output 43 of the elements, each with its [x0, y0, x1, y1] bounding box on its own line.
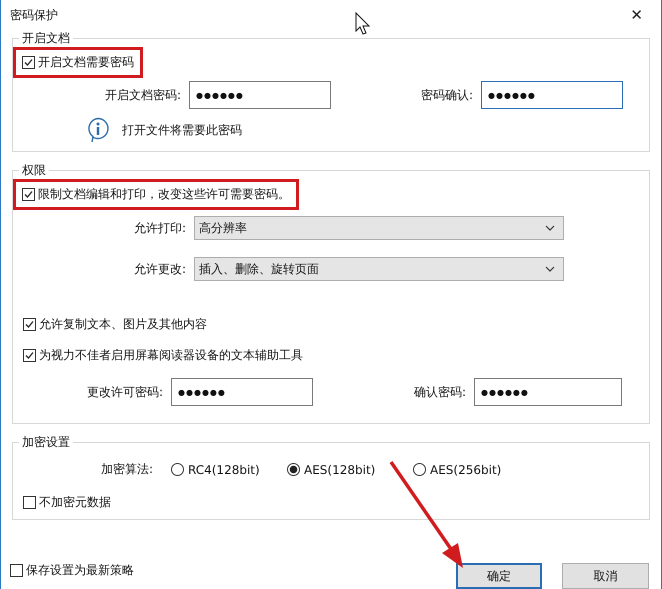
field-label: 密码确认: [420, 86, 474, 104]
group-title: 加密设置 [21, 434, 71, 451]
cancel-button[interactable]: 取消 [562, 563, 649, 589]
field-label: 确认密码: [412, 384, 467, 400]
checkbox-label: 为视力不佳者启用屏幕阅读器设备的文本辅助工具 [39, 347, 303, 364]
group-title: 开启文档 [21, 30, 71, 47]
checkbox[interactable] [23, 349, 36, 362]
dropdown[interactable]: 插入、删除、旋转页面 [194, 257, 564, 281]
checkbox[interactable] [22, 188, 35, 201]
checkbox[interactable] [22, 56, 35, 69]
group-title: 权限 [21, 162, 47, 179]
dropdown[interactable]: 高分辨率 [194, 216, 564, 240]
radio-button[interactable] [171, 463, 184, 476]
password-field[interactable]: ●●●●●● [171, 378, 313, 406]
radio-button[interactable] [413, 463, 426, 476]
password-field[interactable]: ●●●●●● [474, 378, 622, 406]
password-field[interactable]: ●●●●●● [189, 81, 331, 109]
info-text: 打开文件将需要此密码 [122, 122, 242, 138]
chevron-down-icon [545, 225, 555, 231]
radio-label: RC4(128bit) [188, 462, 260, 476]
radio-button[interactable] [287, 463, 300, 476]
field-label: 允许打印: [132, 220, 187, 236]
checkbox[interactable] [10, 564, 23, 577]
field-label: 允许更改: [132, 260, 187, 278]
checkbox-label: 开启文档需要密码 [38, 54, 134, 71]
field-label: 更改许可密码: [86, 384, 164, 400]
checkbox[interactable] [23, 496, 36, 509]
close-button[interactable]: ✕ [626, 6, 647, 24]
password-field[interactable]: ●●●●●● [481, 81, 623, 109]
window-title: 密码保护 [10, 6, 58, 24]
checkbox-label: 允许复制文本、图片及其他内容 [39, 316, 207, 333]
checkbox[interactable] [23, 318, 36, 331]
radio-label: AES(128bit) [304, 462, 376, 476]
radio-label: AES(256bit) [430, 462, 502, 476]
field-label: 加密算法: [101, 461, 154, 478]
ok-button[interactable]: 确定 [456, 563, 542, 589]
checkbox-label: 不加密元数据 [39, 494, 111, 511]
checkbox-label: 限制文档编辑和打印，改变这些许可需要密码。 [38, 186, 290, 203]
cursor-icon [356, 12, 370, 35]
info-icon [86, 117, 110, 143]
checkbox-label: 保存设置为最新策略 [26, 562, 134, 579]
chevron-down-icon [545, 266, 555, 272]
field-label: 开启文档密码: [104, 86, 182, 104]
